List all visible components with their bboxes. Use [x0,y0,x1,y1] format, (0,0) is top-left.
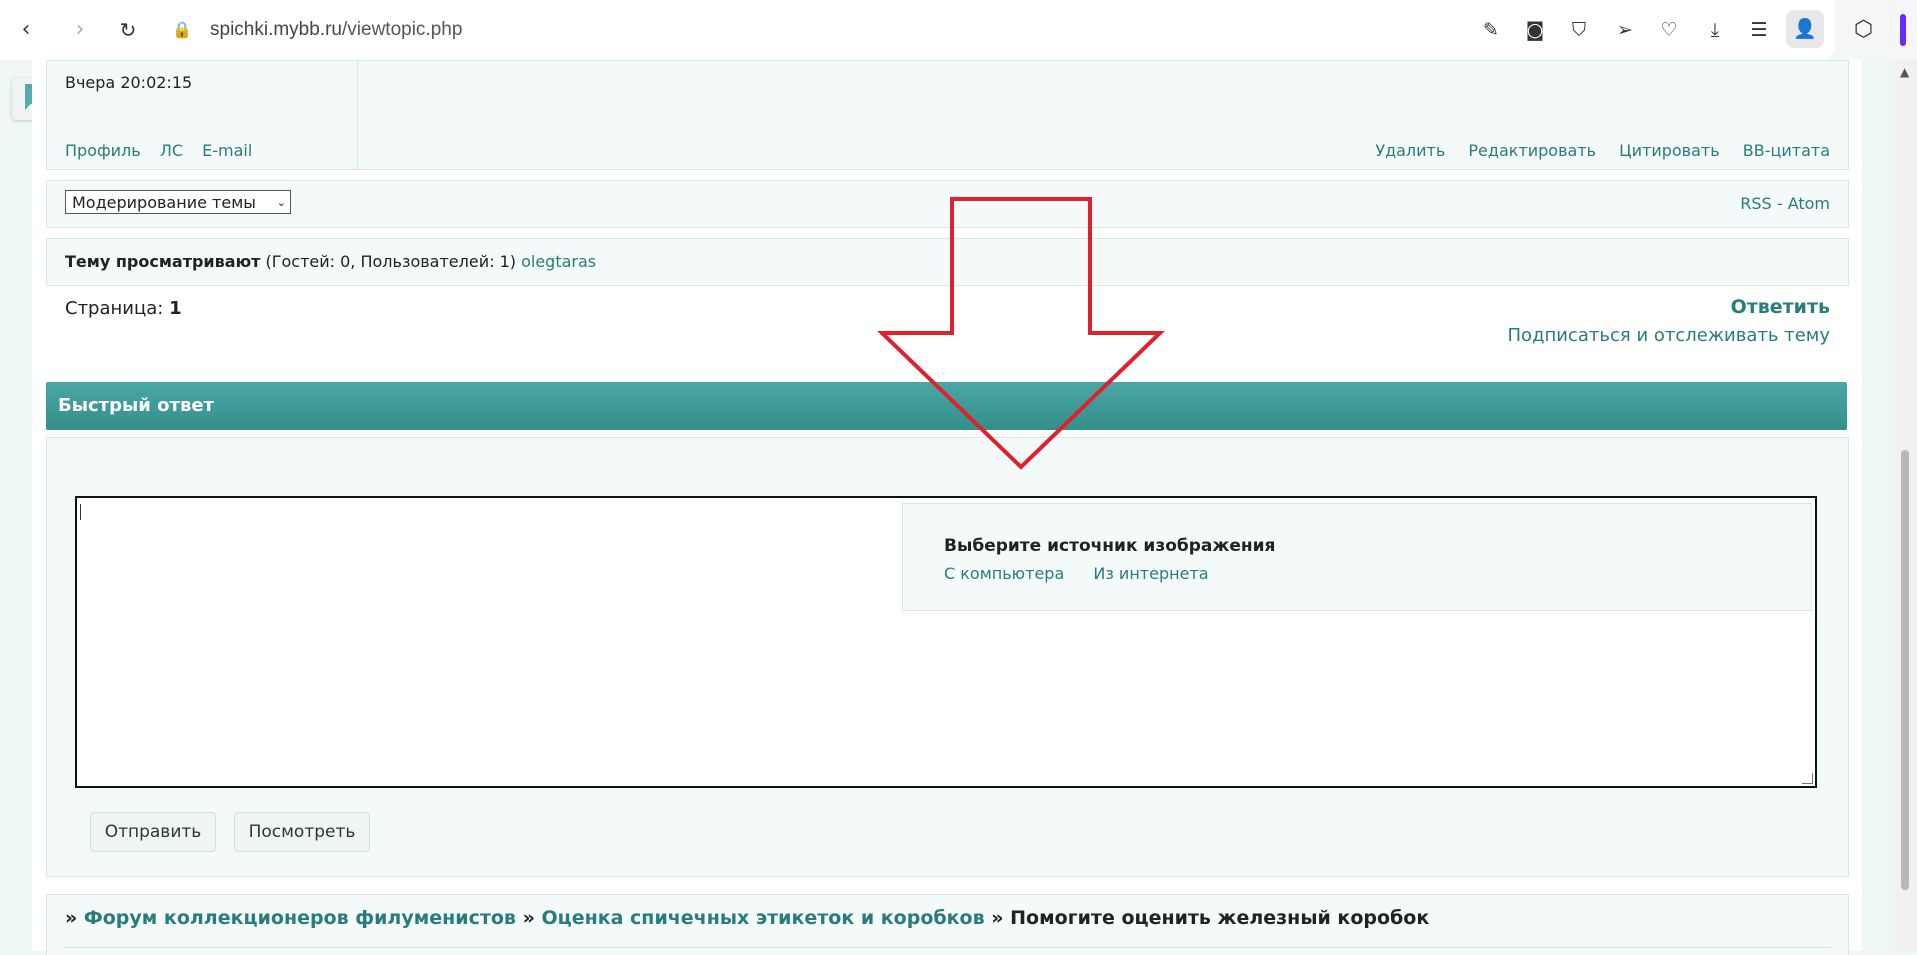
arrow-shape [877,197,1165,470]
annotation-arrow [877,197,1165,470]
